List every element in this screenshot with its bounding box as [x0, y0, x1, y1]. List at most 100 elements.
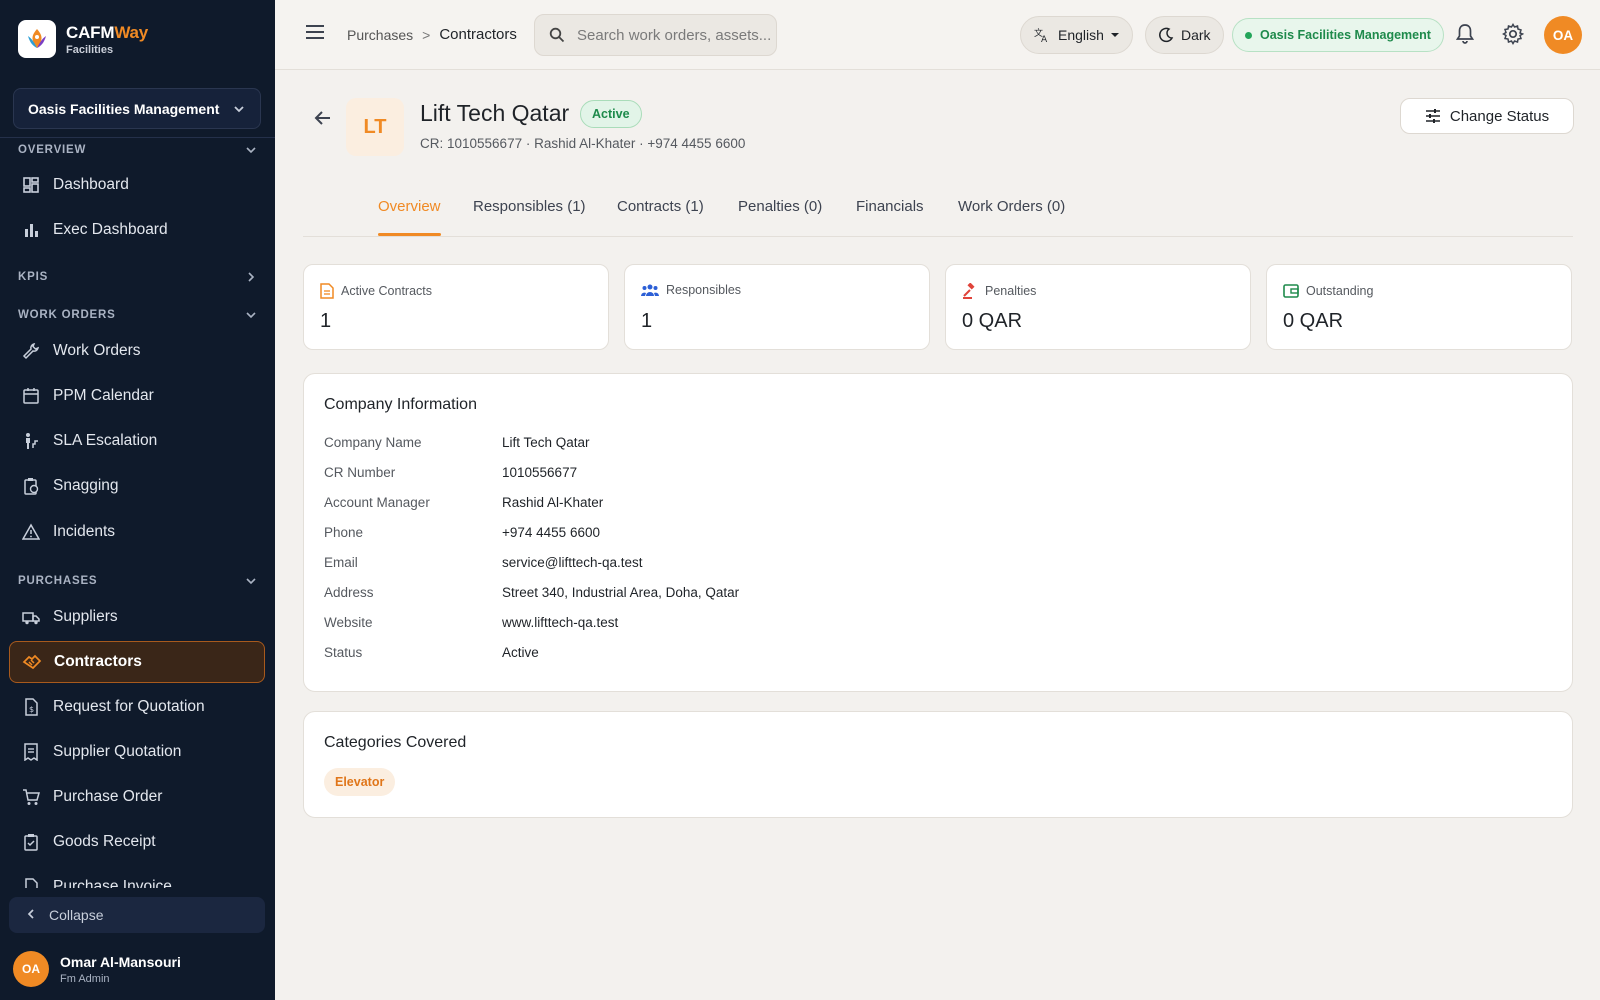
- info-value: service@lifttech-qa.test: [502, 554, 643, 570]
- info-value: 1010556677: [502, 464, 578, 480]
- sidebar-item-contractors[interactable]: Contractors: [9, 641, 265, 683]
- tab-work-orders[interactable]: Work Orders (0): [958, 198, 1065, 236]
- section-work-orders[interactable]: WORK ORDERS: [0, 305, 275, 325]
- info-key: Email: [324, 554, 358, 570]
- sidebar-item-purchase-invoice[interactable]: Purchase Invoice: [9, 866, 265, 888]
- section-kpis[interactable]: KPIS: [0, 267, 275, 287]
- sidebar-item-ppm-calendar[interactable]: PPM Calendar: [9, 375, 265, 417]
- language-label: English: [1058, 27, 1104, 43]
- stat-label: Outstanding: [1306, 284, 1374, 298]
- breadcrumb-separator: >: [422, 26, 431, 43]
- chevron-down-icon: [246, 312, 256, 319]
- sidebar-item-supplier-quotation[interactable]: Supplier Quotation: [9, 731, 265, 773]
- brand-logo-icon: [18, 20, 56, 58]
- section-overview[interactable]: OVERVIEW: [0, 140, 275, 160]
- avatar[interactable]: OA: [1544, 16, 1582, 54]
- search-box[interactable]: [534, 14, 777, 56]
- user-name: Omar Al-Mansouri: [60, 953, 181, 970]
- collapse-sidebar-button[interactable]: Collapse: [9, 897, 265, 933]
- stat-label: Responsibles: [666, 283, 742, 297]
- stat-card-outstanding: Outstanding 0 QAR: [1266, 264, 1572, 350]
- sidebar-nav: OVERVIEW Dashboard Exec Dashboard KPIS W…: [0, 138, 275, 888]
- document-dollar-icon: $: [21, 697, 41, 717]
- bar-chart-icon: [21, 220, 41, 240]
- warning-icon: [21, 522, 41, 542]
- section-overview-label: OVERVIEW: [18, 144, 87, 156]
- people-icon: [641, 283, 659, 297]
- info-row-phone: Phone +974 4455 6600: [324, 522, 600, 542]
- svg-text:$: $: [29, 705, 34, 714]
- sidebar-item-goods-receipt[interactable]: Goods Receipt: [9, 821, 265, 863]
- tab-responsibles[interactable]: Responsibles (1): [473, 198, 586, 236]
- bell-icon[interactable]: [1455, 23, 1475, 50]
- breadcrumb-parent[interactable]: Purchases: [347, 27, 413, 43]
- org-badge: Oasis Facilities Management: [1232, 18, 1444, 52]
- breadcrumb: Purchases > Contractors: [347, 26, 517, 43]
- info-row-website: Website www.lifttech-qa.test: [324, 612, 618, 632]
- info-row-cr-number: CR Number 1010556677: [324, 462, 577, 482]
- sidebar-item-dashboard[interactable]: Dashboard: [9, 164, 265, 206]
- stat-value: 1: [641, 310, 653, 332]
- sidebar-item-snagging[interactable]: Snagging: [9, 465, 265, 507]
- gavel-icon: [962, 283, 978, 299]
- status-badge: Active: [580, 100, 642, 128]
- theme-label: Dark: [1181, 27, 1211, 43]
- stat-label: Active Contracts: [341, 284, 433, 298]
- search-input[interactable]: [577, 26, 772, 44]
- info-row-email: Email service@lifttech-qa.test: [324, 552, 643, 572]
- sidebar-item-label: Work Orders: [53, 342, 141, 359]
- theme-toggle[interactable]: Dark: [1145, 16, 1224, 54]
- info-key: Account Manager: [324, 494, 430, 510]
- info-key: Status: [324, 644, 363, 660]
- change-status-button[interactable]: Change Status: [1400, 98, 1574, 134]
- stat-card-active-contracts: Active Contracts 1: [303, 264, 609, 350]
- status-dot: [1245, 31, 1252, 39]
- tab-contracts[interactable]: Contracts (1): [617, 198, 704, 236]
- sidebar-item-label: Contractors: [54, 653, 142, 670]
- info-value: +974 4455 6600: [502, 524, 600, 540]
- tab-overview[interactable]: Overview: [378, 198, 441, 236]
- sidebar-item-label: Suppliers: [53, 608, 118, 625]
- section-purchases[interactable]: PURCHASES: [0, 571, 275, 591]
- chevron-down-icon: [234, 105, 244, 112]
- chevron-right-icon: [248, 272, 255, 282]
- user-profile[interactable]: OA Omar Al-Mansouri Fm Admin: [13, 951, 181, 987]
- sidebar-item-purchase-order[interactable]: Purchase Order: [9, 776, 265, 818]
- section-work-orders-label: WORK ORDERS: [18, 309, 116, 321]
- clipboard-clock-icon: [21, 476, 41, 496]
- company-information-card: Company Information Company Name Lift Tec…: [303, 373, 1573, 692]
- organization-select[interactable]: Oasis Facilities Management: [13, 88, 261, 129]
- language-select[interactable]: 文A English: [1020, 16, 1133, 54]
- sidebar-item-exec-dashboard[interactable]: Exec Dashboard: [9, 209, 265, 251]
- brand[interactable]: CAFMWay Facilities: [18, 20, 148, 58]
- stat-card-penalties: Penalties 0 QAR: [945, 264, 1251, 350]
- sidebar-item-sla-escalation[interactable]: SLA Escalation: [9, 420, 265, 462]
- document-icon: [320, 283, 334, 299]
- sidebar-item-suppliers[interactable]: Suppliers: [9, 596, 265, 638]
- card-title: Categories Covered: [324, 734, 467, 751]
- stat-value: 0 QAR: [1283, 310, 1344, 332]
- svg-text:A: A: [1041, 35, 1048, 44]
- clipboard-check-icon: [21, 832, 41, 852]
- category-chip: Elevator: [324, 768, 396, 796]
- info-value: Lift Tech Qatar: [502, 434, 590, 450]
- chevron-down-icon: [246, 147, 256, 154]
- menu-icon[interactable]: [305, 23, 325, 46]
- card-title: Company Information: [324, 396, 477, 413]
- sidebar-item-work-orders[interactable]: Work Orders: [9, 330, 265, 372]
- sidebar-item-incidents[interactable]: Incidents: [9, 511, 265, 553]
- organization-select-label: Oasis Facilities Management: [28, 100, 220, 117]
- change-status-label: Change Status: [1449, 107, 1550, 125]
- stat-value: 0 QAR: [962, 310, 1023, 332]
- brand-name: CAFMWay: [66, 22, 149, 42]
- gear-icon[interactable]: [1502, 23, 1525, 50]
- tab-penalties[interactable]: Penalties (0): [738, 198, 822, 236]
- section-purchases-label: PURCHASES: [18, 575, 98, 587]
- back-arrow-icon[interactable]: [313, 108, 333, 133]
- sidebar-item-label: Goods Receipt: [53, 833, 156, 850]
- info-row-company-name: Company Name Lift Tech Qatar: [324, 432, 590, 452]
- dashboard-icon: [21, 175, 41, 195]
- sidebar-item-request-for-quotation[interactable]: $ Request for Quotation: [9, 686, 265, 728]
- sidebar-item-label: Supplier Quotation: [53, 743, 182, 760]
- tab-financials[interactable]: Financials: [856, 198, 924, 236]
